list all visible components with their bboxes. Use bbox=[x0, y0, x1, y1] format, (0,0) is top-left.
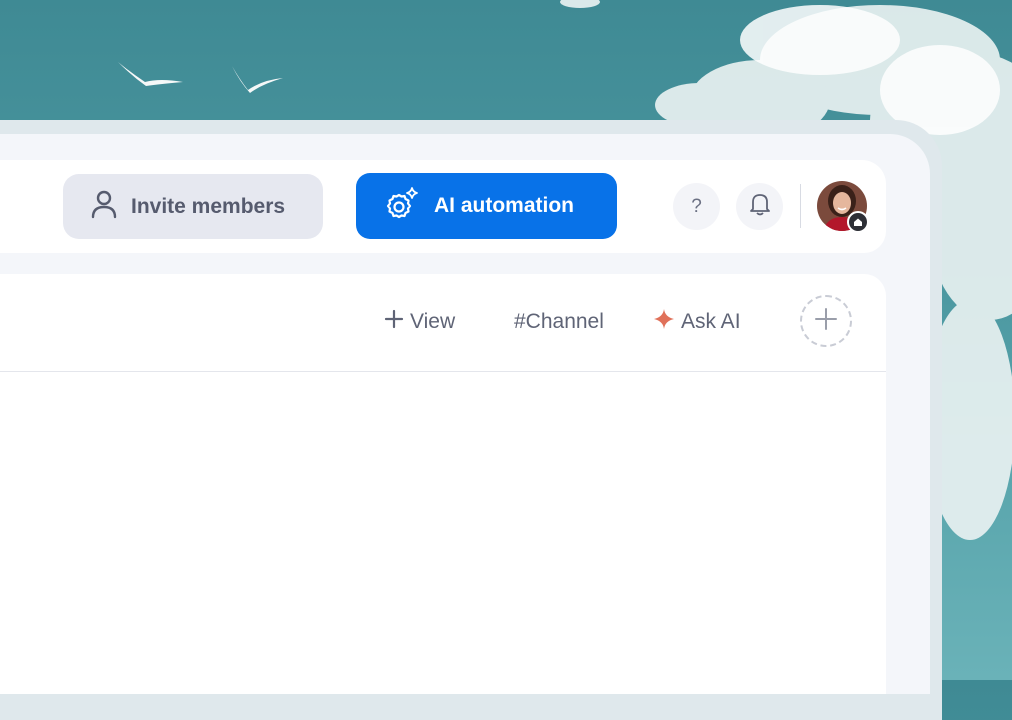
ai-automation-label: AI automation bbox=[434, 194, 574, 217]
ask-ai-tab[interactable]: Ask AI bbox=[653, 306, 741, 338]
bell-icon bbox=[749, 192, 771, 221]
add-view-tab[interactable]: View bbox=[384, 306, 455, 338]
header-divider bbox=[800, 184, 801, 228]
channel-tab[interactable]: #Channel bbox=[514, 306, 604, 338]
gear-sparkle-icon bbox=[384, 186, 420, 227]
person-icon bbox=[91, 189, 117, 224]
plus-icon bbox=[814, 307, 838, 336]
sparkle-icon bbox=[653, 308, 675, 336]
bird-1 bbox=[118, 62, 183, 86]
notifications-button[interactable] bbox=[736, 183, 783, 230]
tabs-divider bbox=[0, 371, 886, 372]
invite-members-label: Invite members bbox=[131, 194, 286, 218]
ask-ai-label: Ask AI bbox=[681, 310, 741, 333]
channel-tab-label: #Channel bbox=[514, 310, 604, 333]
ai-automation-button[interactable]: AI automation bbox=[356, 173, 617, 239]
plus-icon bbox=[384, 309, 404, 335]
view-tab-label: View bbox=[410, 310, 456, 333]
bird-2 bbox=[232, 66, 283, 93]
home-badge-icon bbox=[847, 211, 869, 233]
help-button[interactable]: ? bbox=[673, 183, 720, 230]
invite-members-button[interactable]: Invite members bbox=[63, 174, 323, 239]
add-widget-button[interactable] bbox=[800, 295, 852, 347]
help-icon: ? bbox=[691, 195, 702, 217]
